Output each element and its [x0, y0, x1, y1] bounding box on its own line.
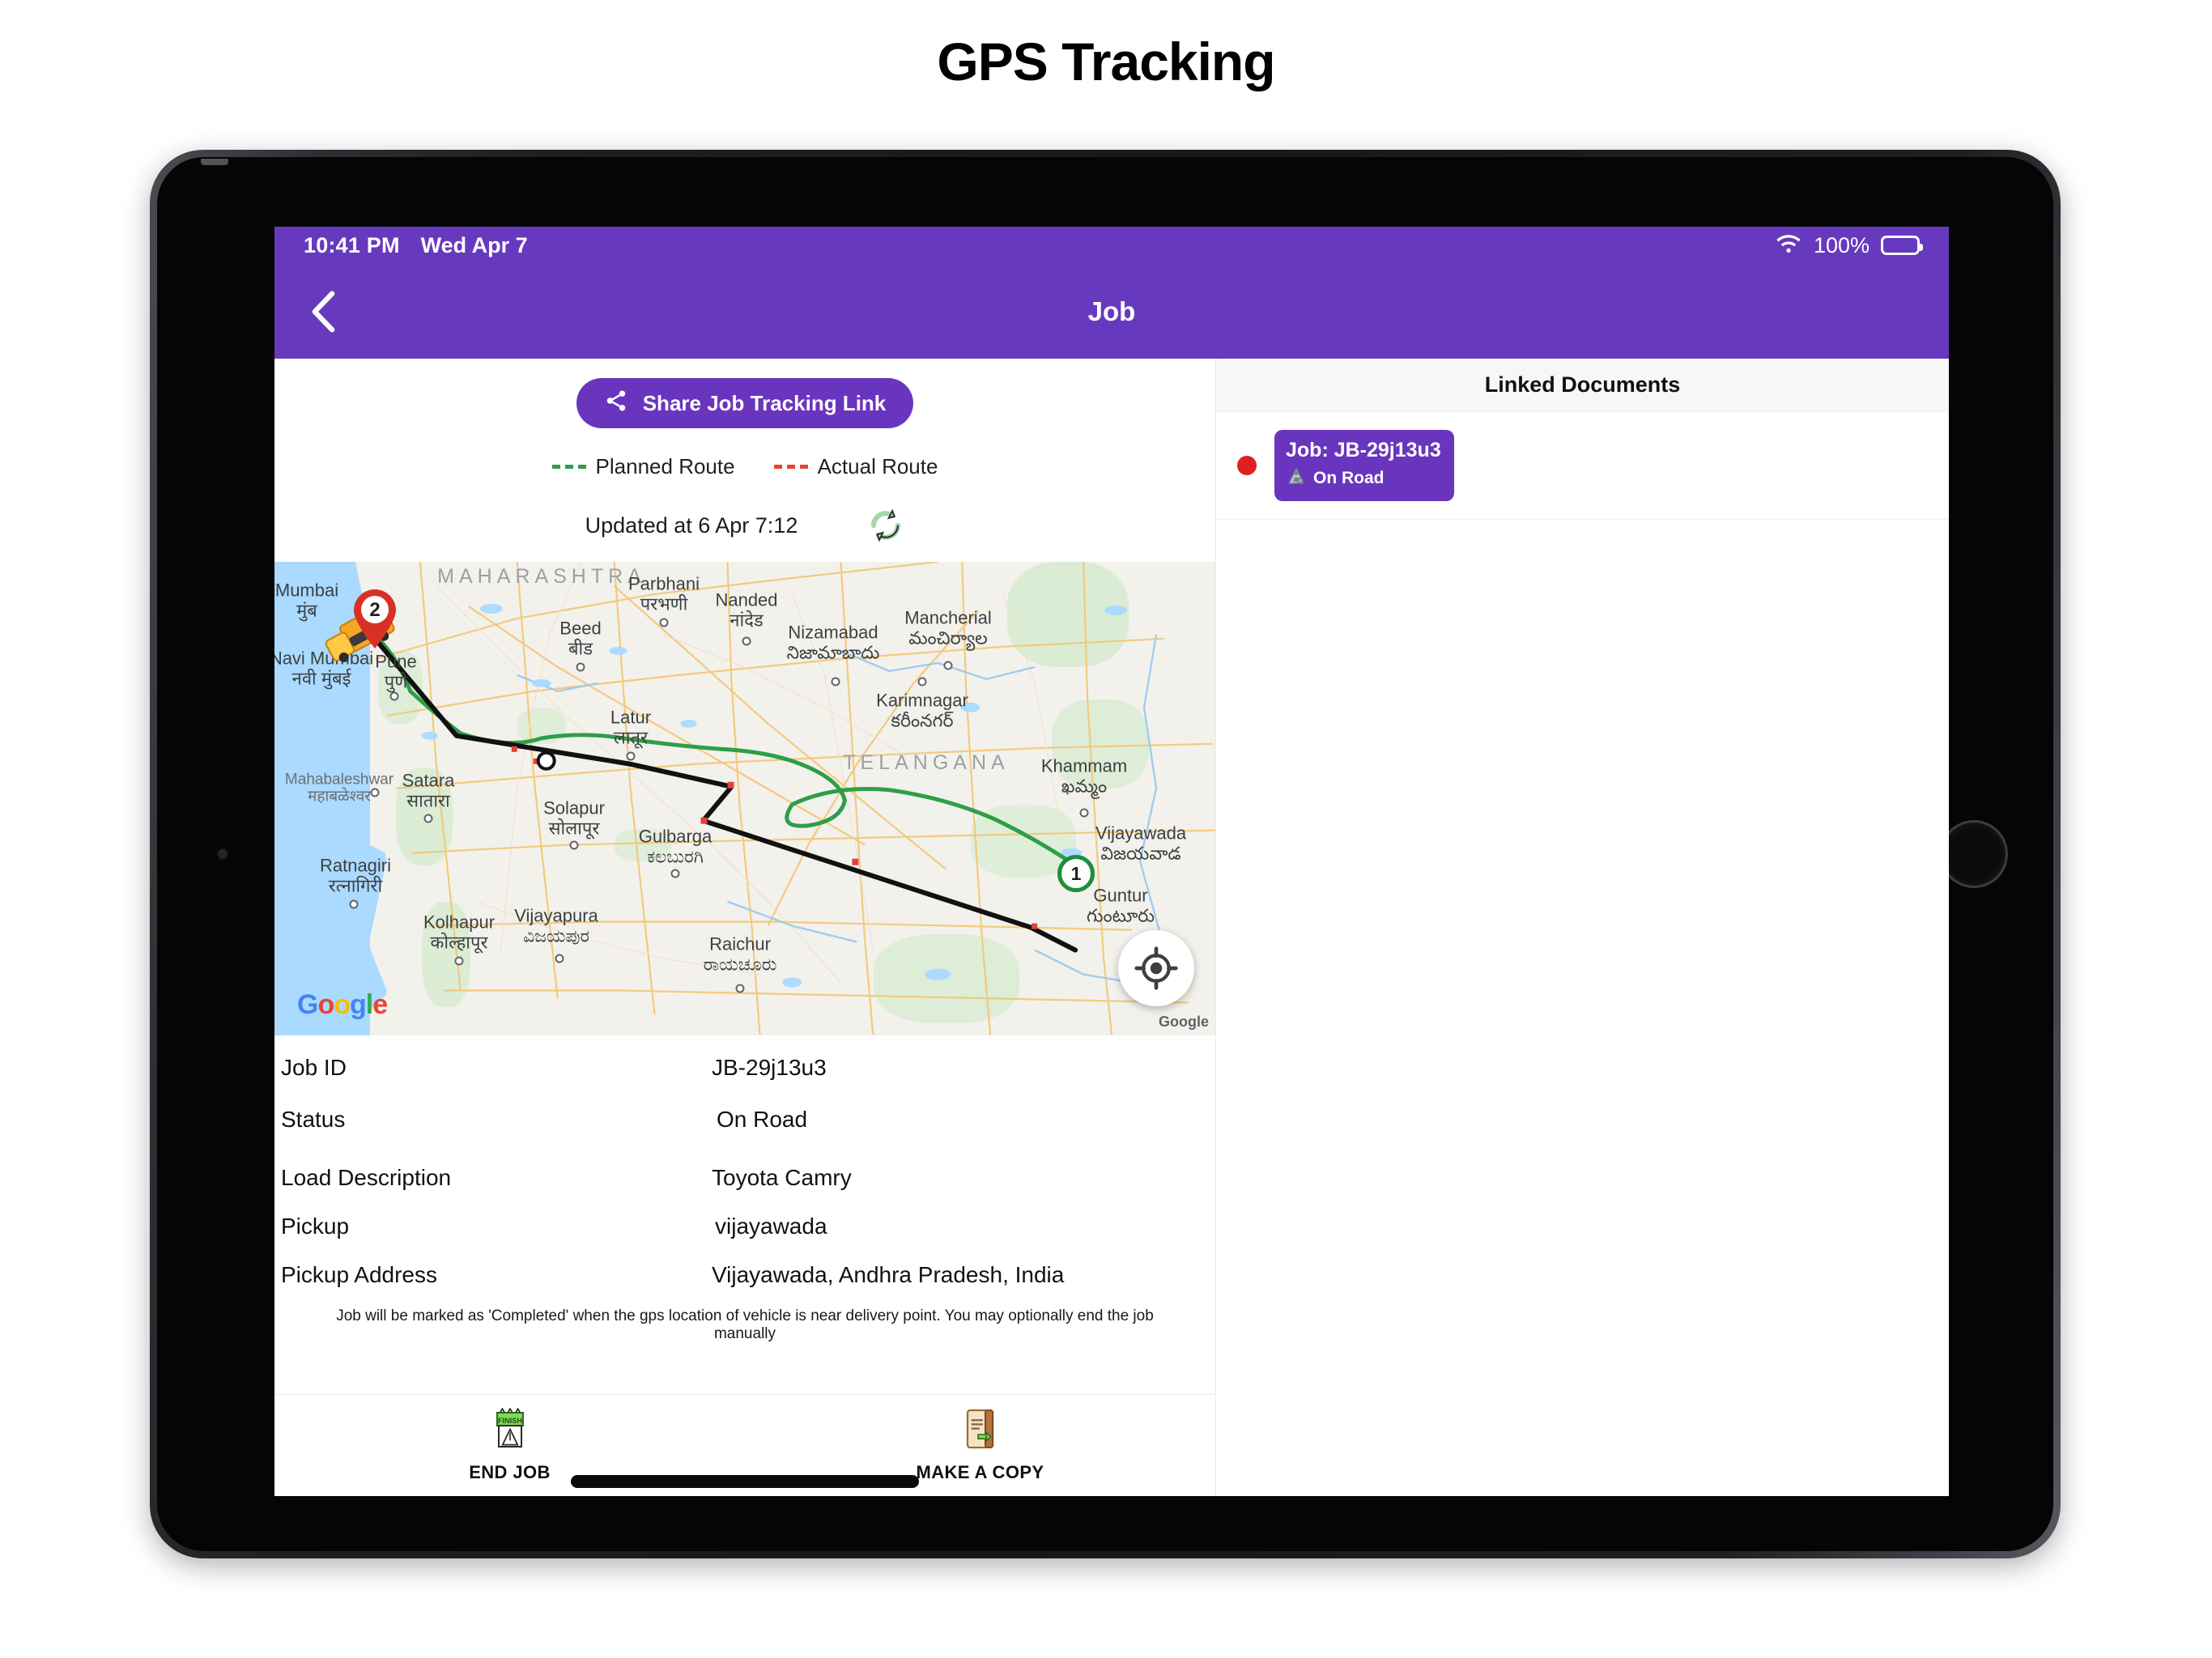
completion-note: Job will be marked as 'Completed' when t…	[336, 1307, 1154, 1342]
home-button[interactable]	[1940, 820, 2008, 888]
map-city-dot	[569, 840, 579, 850]
detail-value: JB-29j13u3	[712, 1055, 827, 1080]
origin-marker-number: 2	[369, 599, 380, 621]
battery-percent: 100%	[1813, 232, 1870, 257]
status-bar: 10:41 PM Wed Apr 7 100%	[274, 227, 1949, 264]
worker-icon	[1286, 466, 1307, 491]
table-row: Pickup vijayawada	[274, 1215, 1215, 1238]
legend-planned-route: Planned Route	[551, 454, 735, 479]
route-node	[536, 750, 556, 771]
map-city-dot	[389, 691, 399, 701]
page-title: GPS Tracking	[937, 32, 1275, 91]
map-city-dot	[670, 869, 680, 878]
map-city-dot	[1079, 808, 1089, 818]
detail-key: Job ID	[281, 1055, 347, 1080]
status-bar-indicators: 100%	[1775, 232, 1923, 258]
destination-map-marker[interactable]: 1	[1057, 855, 1095, 892]
planned-route-dash-icon	[551, 465, 586, 469]
actual-route-label: Actual Route	[817, 454, 938, 478]
content-area: Share Job Tracking Link Planned Route Ac…	[274, 359, 1949, 1496]
svg-text:FINISH: FINISH	[497, 1417, 521, 1425]
share-button-label: Share Job Tracking Link	[642, 390, 887, 415]
job-details-table: Job ID JB-29j13u3 Status On Road Load De…	[274, 1035, 1215, 1394]
linked-job-chip[interactable]: Job: JB-29j13u3 On Road	[1274, 430, 1454, 502]
table-row: Status On Road	[274, 1108, 1215, 1131]
route-legend: Planned Route Actual Route	[274, 454, 1215, 479]
linked-job-status-label: On Road	[1313, 469, 1385, 488]
detail-key: Pickup	[281, 1214, 350, 1239]
table-row: Pickup Address Vijayawada, Andhra Prades…	[274, 1264, 1215, 1286]
make-a-copy-label: MAKE A COPY	[916, 1462, 1044, 1482]
legend-actual-route: Actual Route	[773, 454, 938, 479]
device-bezel: 10:41 PM Wed Apr 7 100% Job Share Job Tr…	[157, 157, 2053, 1551]
share-job-tracking-link-button[interactable]: Share Job Tracking Link	[576, 378, 914, 428]
map-city-dot	[735, 984, 745, 993]
status-dot-icon	[1237, 456, 1257, 476]
table-row: Load Description Toyota Camry	[274, 1167, 1215, 1189]
status-bar-date: Wed Apr 7	[420, 232, 528, 257]
route-map[interactable]: MAHARASHTRA TELANGANA Mumbai मुंब Navi Mu…	[274, 562, 1215, 1035]
map-city-dot	[423, 814, 433, 823]
google-logo: Google	[297, 989, 388, 1020]
map-city-dot	[742, 636, 751, 646]
my-location-icon[interactable]	[1118, 930, 1194, 1006]
linked-documents-pane: Linked Documents Job: JB-29j13u3 On Road	[1216, 359, 1949, 1496]
nav-bar: Job	[274, 264, 1949, 359]
detail-key: Status	[281, 1107, 346, 1132]
linked-job-title: Job: JB-29j13u3	[1286, 439, 1441, 461]
status-badge: On Road	[717, 1107, 808, 1132]
map-city-dot	[454, 956, 464, 966]
detail-value: vijayawada	[715, 1214, 827, 1239]
map-city-dot	[576, 662, 585, 672]
map-city-dot	[917, 677, 927, 687]
job-detail-pane: Share Job Tracking Link Planned Route Ac…	[274, 359, 1216, 1496]
actual-route-dash-icon	[773, 465, 808, 469]
last-updated-row: Updated at 6 Apr 7:12	[274, 507, 1215, 562]
status-bar-time: 10:41 PM	[304, 232, 400, 257]
refresh-icon[interactable]	[867, 507, 904, 544]
origin-map-pin[interactable]: 2	[351, 588, 398, 649]
battery-full-icon	[1881, 236, 1923, 255]
finish-flag-icon: FINISH	[492, 1407, 528, 1454]
app-screen: 10:41 PM Wed Apr 7 100% Job Share Job Tr…	[274, 227, 1949, 1496]
share-icon	[604, 389, 628, 419]
home-indicator[interactable]	[571, 1475, 919, 1488]
ipad-device-frame: 10:41 PM Wed Apr 7 100% Job Share Job Tr…	[150, 150, 2061, 1558]
table-row: Job ID JB-29j13u3	[274, 1056, 1215, 1079]
share-button-container: Share Job Tracking Link	[274, 359, 1215, 428]
last-updated-text: Updated at 6 Apr 7:12	[585, 512, 798, 538]
map-city-dot	[659, 618, 669, 627]
antenna-band	[201, 159, 228, 165]
map-road-network	[360, 562, 1215, 1035]
detail-value: Vijayawada, Andhra Pradesh, India	[712, 1262, 1065, 1287]
detail-key: Pickup Address	[281, 1262, 437, 1287]
linked-job-status: On Road	[1286, 466, 1441, 491]
linked-documents-header: Linked Documents	[1216, 359, 1949, 412]
copy-document-icon	[963, 1408, 998, 1454]
google-watermark: Google	[1159, 1014, 1209, 1030]
map-city-dot	[370, 788, 380, 797]
chevron-left-icon[interactable]	[294, 283, 351, 340]
bottom-action-bar: FINISH END JOB MAKE A COPY	[274, 1394, 1215, 1496]
map-city-dot	[349, 899, 359, 909]
planned-route-label: Planned Route	[595, 454, 735, 478]
front-camera-icon	[217, 848, 228, 860]
map-city-dot	[555, 954, 564, 963]
map-city-dot	[943, 661, 953, 670]
wifi-icon	[1775, 235, 1802, 256]
page-header-title: Job	[1087, 295, 1136, 326]
map-city-dot	[626, 751, 636, 761]
end-job-label: END JOB	[469, 1462, 551, 1482]
detail-key: Load Description	[281, 1165, 452, 1190]
list-item[interactable]: Job: JB-29j13u3 On Road	[1216, 412, 1949, 521]
map-city-dot	[831, 677, 840, 687]
detail-value: Toyota Camry	[712, 1165, 852, 1190]
